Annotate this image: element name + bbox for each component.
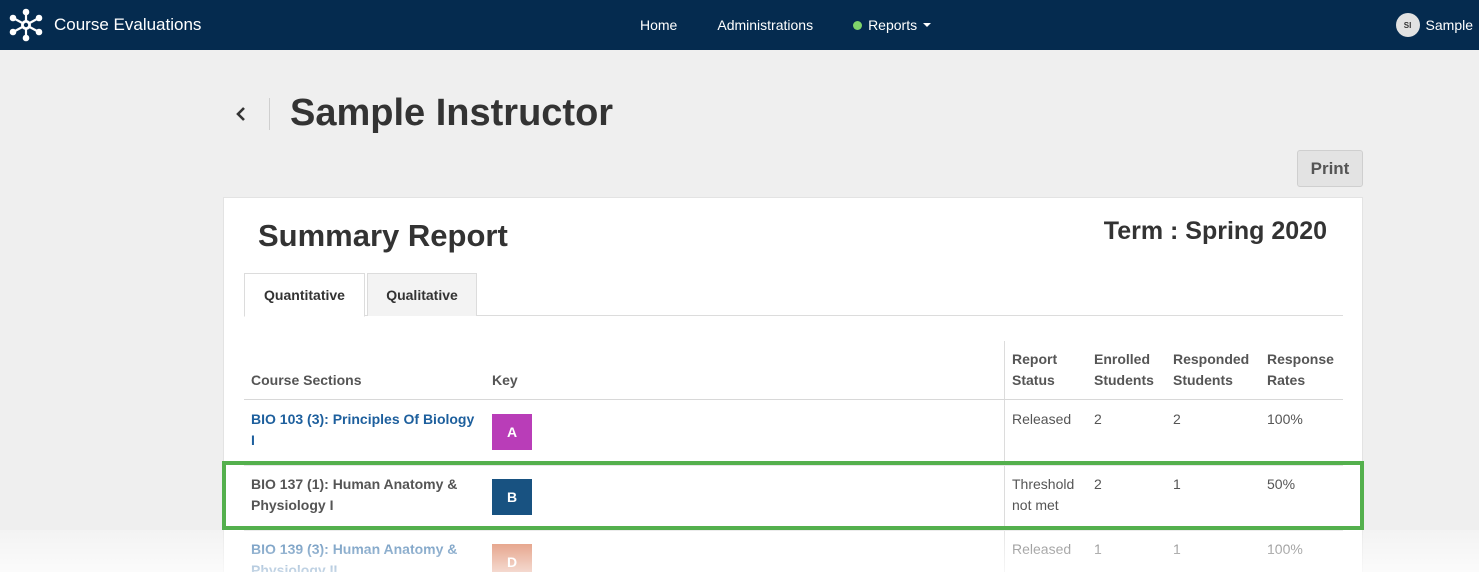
column-header-text: Enrolled — [1094, 351, 1151, 367]
column-divider — [1004, 341, 1005, 572]
column-header-key: Key — [492, 372, 518, 388]
tab-qualitative[interactable]: Qualitative — [367, 273, 477, 316]
responded-count: 2 — [1173, 411, 1181, 427]
column-header-text: Students — [1173, 372, 1233, 388]
row-divider — [244, 530, 1343, 531]
column-header-enrolled-students: Enrolled Students — [1094, 349, 1154, 391]
column-header-responded-students: Responded Students — [1173, 349, 1249, 391]
user-menu[interactable]: SI Sample — [1395, 13, 1473, 37]
column-header-text: Responded — [1173, 351, 1250, 367]
chevron-left-icon — [236, 107, 245, 121]
course-name-line: Physiology II — [251, 562, 338, 572]
network-logo-icon — [9, 8, 43, 42]
print-button[interactable]: Print — [1297, 150, 1363, 187]
row-highlight-box — [222, 461, 1364, 530]
active-status-dot — [853, 20, 863, 30]
caret-down-icon — [923, 23, 932, 27]
page-title: Sample Instructor — [290, 92, 614, 134]
back-button[interactable] — [234, 104, 248, 124]
user-name: Sample — [1425, 17, 1473, 33]
course-section-link[interactable]: BIO 139 (3): Human Anatomy & Physiology … — [251, 539, 483, 572]
response-rate: 100% — [1267, 411, 1303, 427]
app-title: Course Evaluations — [54, 15, 202, 34]
report-tabs: Quantitative Qualitative — [244, 273, 1343, 317]
column-header-response-rates: Response Rates — [1267, 349, 1334, 391]
key-badge: D — [492, 544, 532, 572]
course-name-line: BIO 139 (3): Human Anatomy & — [251, 541, 458, 557]
column-header-text: Status — [1012, 372, 1055, 388]
column-header-report-status: Report Status — [1012, 349, 1057, 391]
course-name-line: BIO 103 (3): Principles Of Biology — [251, 411, 475, 427]
top-navbar: Course Evaluations Home Administrations … — [0, 0, 1479, 50]
report-title: Summary Report — [258, 218, 508, 253]
nav-administrations-link[interactable]: Administrations — [717, 17, 813, 33]
key-badge: A — [492, 414, 532, 450]
header-divider — [269, 98, 270, 130]
column-header-text: Rates — [1267, 372, 1306, 388]
brand[interactable]: Course Evaluations — [8, 8, 201, 42]
column-header-text: Students — [1094, 372, 1154, 388]
responded-count: 1 — [1173, 541, 1181, 557]
course-name-line: I — [251, 432, 255, 448]
enrolled-count: 1 — [1094, 541, 1102, 557]
response-rate: 100% — [1267, 541, 1303, 557]
column-header-text: Response — [1267, 351, 1334, 367]
nav-reports-dropdown[interactable]: Reports — [853, 17, 932, 33]
report-status: Released — [1012, 541, 1072, 557]
avatar: SI — [1395, 13, 1420, 37]
course-section-link[interactable]: BIO 103 (3): Principles Of Biology I — [251, 409, 483, 451]
report-status: Released — [1012, 411, 1072, 427]
term-label: Term : Spring 2020 — [1103, 217, 1327, 245]
tab-quantitative[interactable]: Quantitative — [244, 273, 365, 317]
nav-home-link[interactable]: Home — [640, 17, 677, 33]
header-row-divider — [244, 399, 1343, 400]
column-header-course-sections: Course Sections — [251, 372, 362, 388]
nav-reports-label: Reports — [868, 17, 918, 33]
enrolled-count: 2 — [1094, 411, 1102, 427]
column-header-text: Report — [1012, 351, 1058, 367]
main-nav: Home Administrations Reports — [640, 0, 932, 50]
